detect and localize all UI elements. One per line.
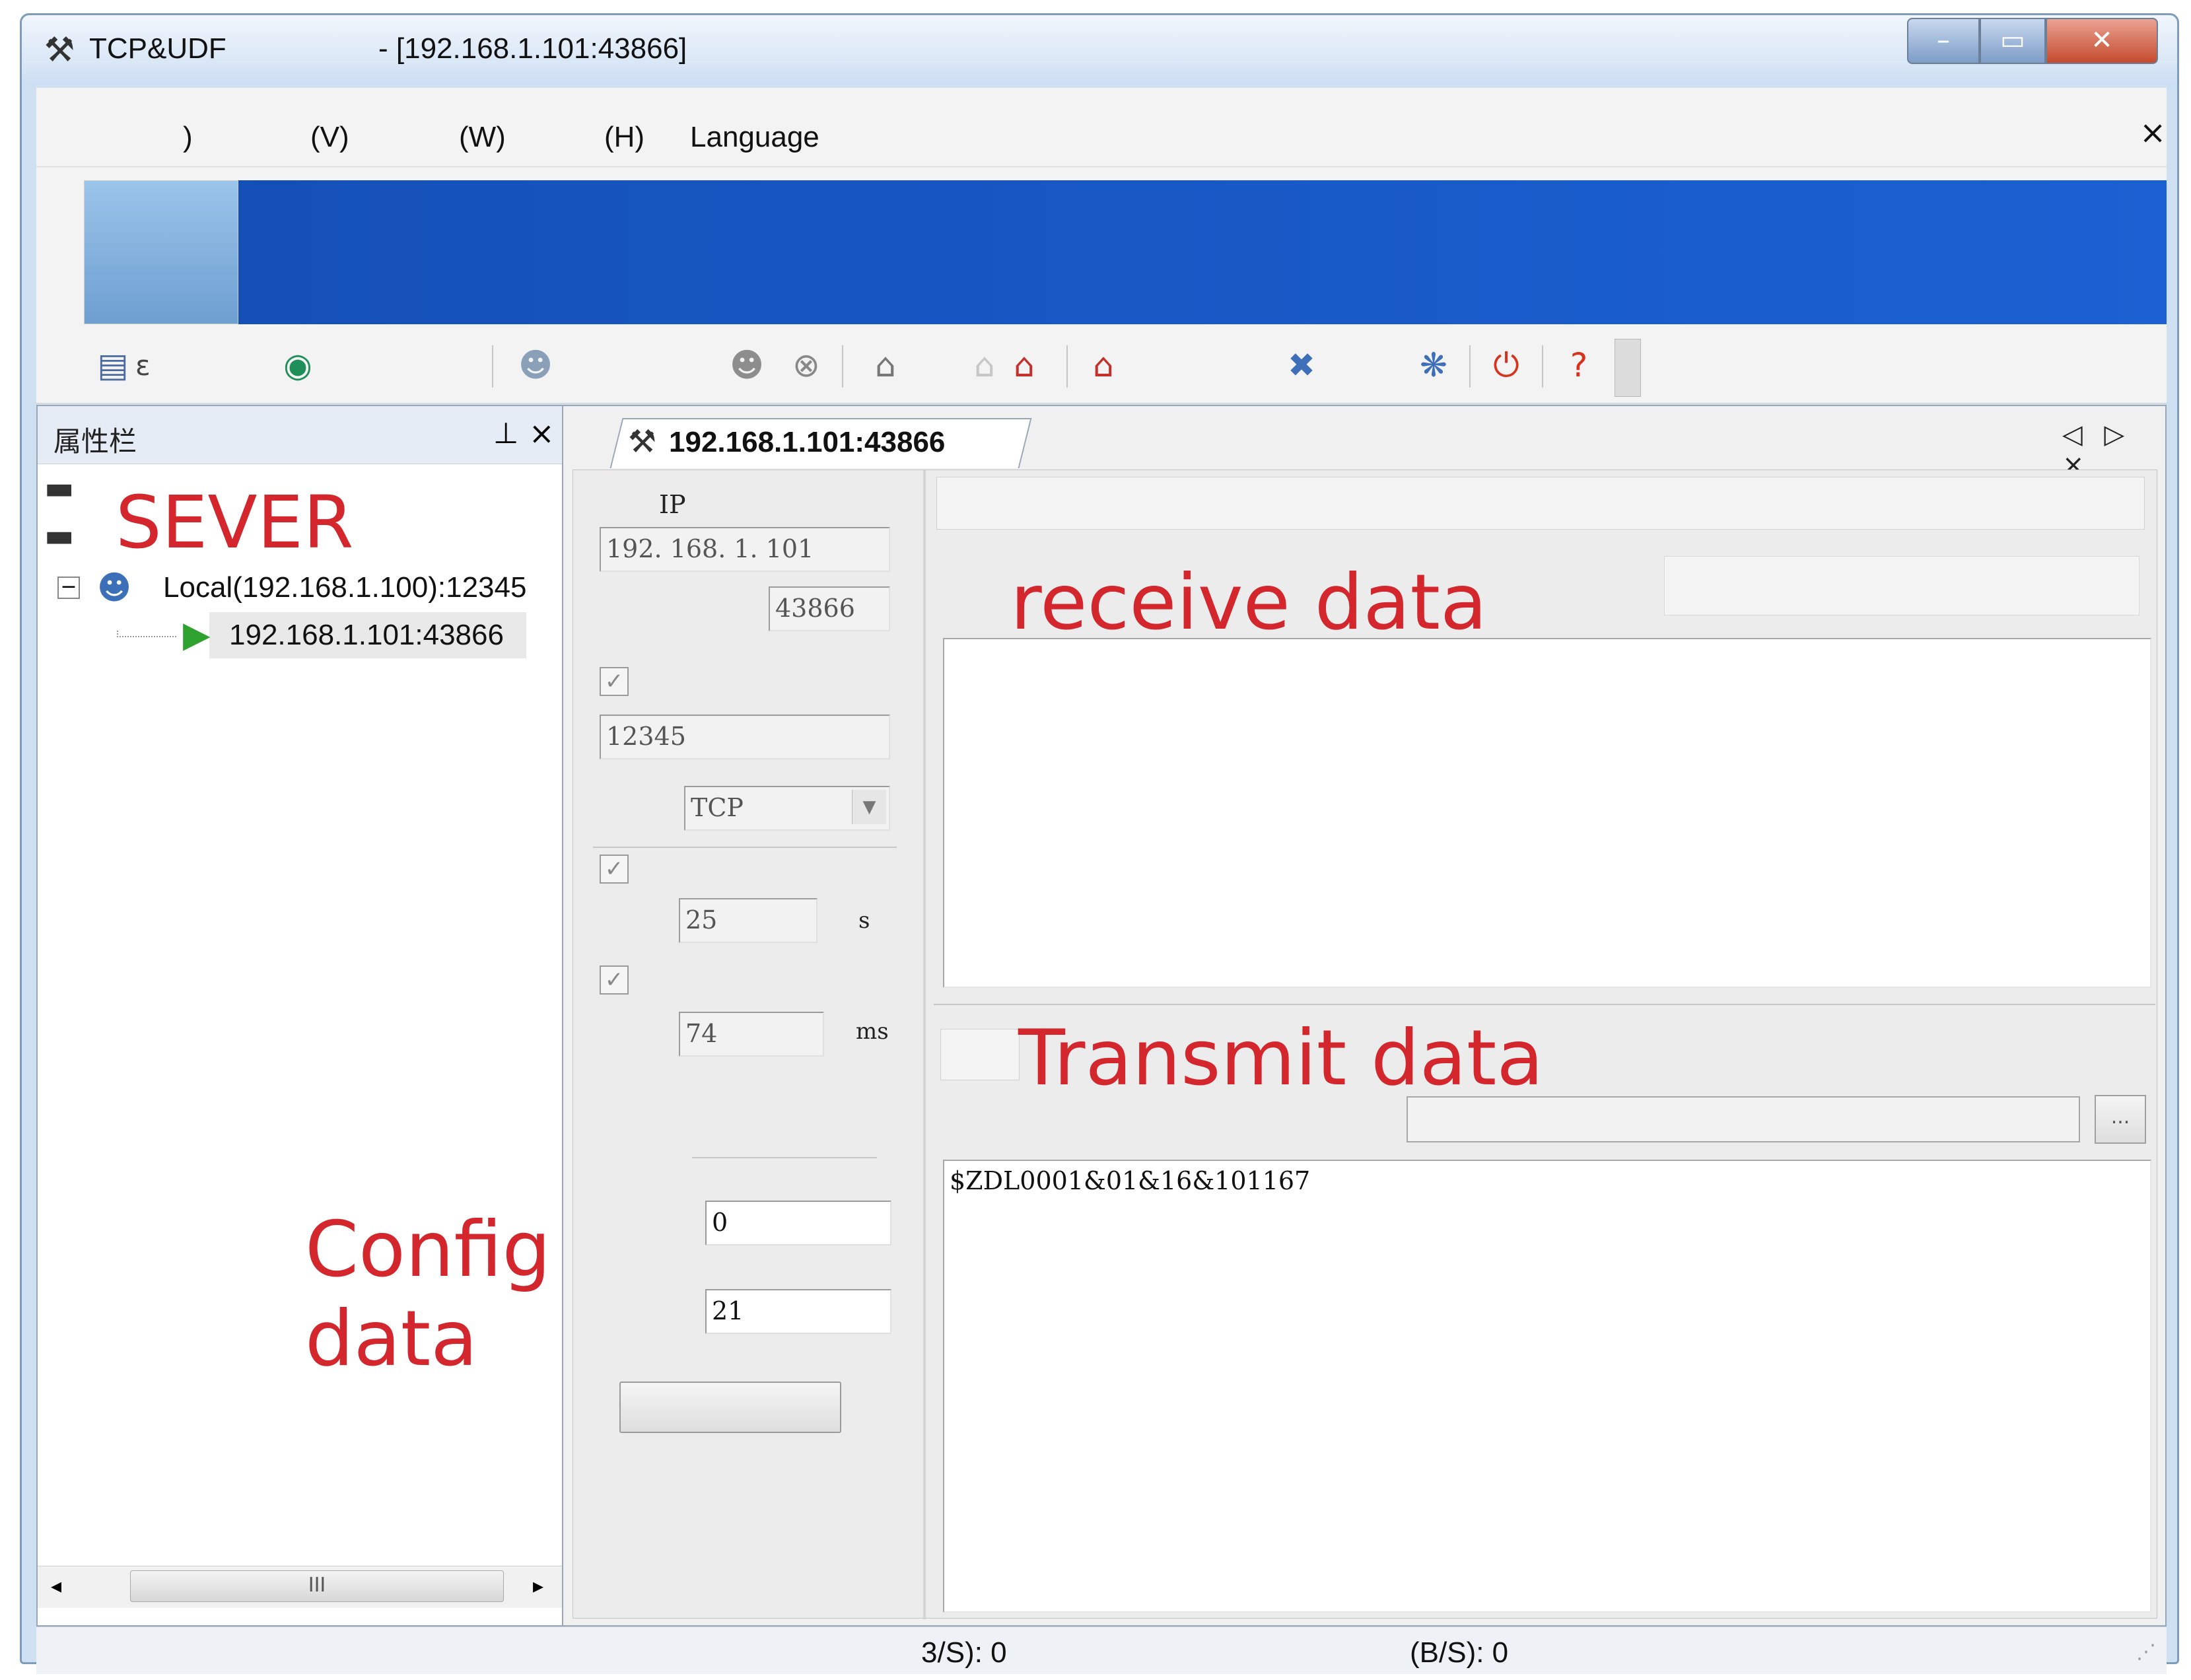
menu-item-window[interactable]: (W) (459, 121, 506, 154)
interval-ms-checkbox[interactable]: ✓ (600, 965, 629, 995)
app-window: ⚒ TCP&UDF - [192.168.1.101:43866] – ▭ ✕ … (20, 13, 2179, 1674)
network-red-icon[interactable]: ⌂ (1000, 341, 1048, 389)
panel-close-icon[interactable]: × (529, 415, 555, 451)
toolbar-fragment: ε (135, 349, 151, 382)
banner-thumbnail (84, 180, 238, 324)
status-bar: 3/S): 0 (B/S): 0 ⋰ (36, 1627, 2167, 1674)
computer-icon: ▬ (44, 517, 75, 554)
interval-s-unit: s (858, 907, 870, 934)
close-window-button[interactable]: ✕ (2046, 18, 2158, 64)
new-icon[interactable]: ▤ (89, 341, 137, 389)
transmit-annotation: Transmit data (1018, 1014, 1544, 1103)
menu-item-1[interactable]: ) (183, 121, 193, 154)
receive-options-bar (936, 477, 2145, 530)
interval-s-field[interactable]: 25 (679, 898, 817, 943)
help-icon[interactable]: ? (1555, 341, 1603, 389)
config-panel: IP 192. 168. 1. 101 43866 ✓ 12345 TCP ▼ … (573, 470, 923, 1619)
app-logo-icon: ⚒ (628, 423, 657, 460)
receive-annotation: receive data (1010, 558, 1488, 647)
browse-button[interactable]: ... (2095, 1095, 2146, 1144)
chevron-down-icon[interactable]: ▼ (852, 790, 886, 824)
remote-ip-field[interactable]: 192. 168. 1. 101 (600, 527, 890, 572)
action-button[interactable] (619, 1382, 841, 1433)
interval-s-checkbox[interactable]: ✓ (600, 855, 629, 884)
toolbar-overflow-icon[interactable] (1615, 339, 1641, 397)
splitter[interactable] (923, 470, 926, 1619)
globe-icon[interactable]: ◉ (274, 341, 322, 389)
ip-label: IP (659, 490, 686, 519)
resize-grip-icon[interactable]: ⋰ (2136, 1640, 2156, 1663)
toolbar-separator (492, 345, 493, 388)
pin-icon[interactable]: ⊥ (493, 417, 518, 450)
play-icon: ▶ (183, 613, 211, 655)
divider (593, 847, 897, 848)
property-panel-title: 属性栏 (53, 425, 137, 458)
counter-field-b[interactable]: 21 (705, 1289, 891, 1334)
scroll-right-icon[interactable]: ▸ (533, 1573, 543, 1598)
toolbar-separator (1066, 345, 1068, 388)
toolbar-separator (1469, 345, 1471, 388)
counter-field-a[interactable]: 0 (705, 1201, 891, 1245)
transmit-data-textarea[interactable]: $ZDL0001&01&16&101167 (943, 1160, 2151, 1613)
tree-node-client[interactable]: ▶ 192.168.1.101:43866 (183, 612, 526, 658)
minimize-button[interactable]: – (1907, 18, 1980, 64)
local-port-field[interactable]: 12345 (600, 715, 890, 759)
protocol-select-value: TCP (691, 793, 744, 822)
status-transmit-rate: (B/S): 0 (1410, 1636, 1509, 1669)
window-title-app: TCP&UDF (89, 32, 226, 65)
protocol-select[interactable]: TCP ▼ (684, 786, 890, 831)
connect-icon[interactable]: ❋ (1410, 341, 1457, 389)
disconnect-icon[interactable]: ✖ (1278, 341, 1325, 389)
toolbar-separator (842, 345, 843, 388)
remote-port-field[interactable]: 43866 (769, 586, 890, 631)
tree-node-local-server[interactable]: Local(192.168.1.100):12345 (163, 571, 526, 604)
document-area: ⚒ 192.168.1.101:43866 ◁ ▷ × IP 192. 168.… (562, 405, 2167, 1627)
toolbar-separator (1542, 345, 1543, 388)
file-path-field[interactable] (1407, 1096, 2080, 1142)
maximize-button[interactable]: ▭ (1980, 18, 2046, 64)
menu-item-view[interactable]: (V) (310, 121, 349, 154)
menu-close-icon[interactable]: × (2139, 114, 2166, 151)
users-icon[interactable]: ☻ (723, 341, 771, 389)
config-annotation: Config data (305, 1205, 551, 1383)
tree-node-client-label: 192.168.1.101:43866 (229, 619, 504, 651)
toolbar: ▤ ε ◉ ☻ ☻ ⊗ ⌂ ⌂ ⌂ ⌂ ✖ ❋ ⏻ ? (36, 332, 2167, 403)
users-icon: ☻ (97, 569, 132, 607)
banner-image (238, 180, 2167, 324)
menu-bar: ) (V) (W) (H) Language × (36, 88, 2167, 167)
interval-ms-field[interactable]: 74 (679, 1012, 824, 1057)
interval-ms-unit: ms (856, 1018, 889, 1045)
divider (692, 1157, 877, 1158)
computer-icon: ▬ (44, 470, 75, 507)
property-panel-header: 属性栏 ⊥ × (38, 406, 563, 464)
status-receive-rate: 3/S): 0 (921, 1636, 1007, 1669)
tree-collapse-toggle[interactable]: − (57, 577, 80, 599)
scrollbar-thumb[interactable]: III (130, 1570, 504, 1602)
power-icon[interactable]: ⏻ (1482, 341, 1530, 389)
menu-item-language[interactable]: Language (690, 121, 819, 154)
transmit-options-bar (940, 1029, 1020, 1080)
banner-area (36, 167, 2167, 332)
title-bar[interactable]: ⚒ TCP&UDF - [192.168.1.101:43866] – ▭ ✕ (22, 15, 2177, 87)
menu-item-help[interactable]: (H) (604, 121, 644, 154)
horizontal-scrollbar[interactable]: ◂ III ▸ (38, 1566, 563, 1608)
tab-connection-label: 192.168.1.101:43866 (669, 426, 946, 458)
tree-connector (117, 636, 176, 637)
server-annotation: SEVER (116, 480, 354, 565)
local-port-checkbox[interactable]: ✓ (600, 667, 629, 696)
receive-data-textarea[interactable] (943, 638, 2151, 988)
transmit-data-text: $ZDL0001&01&16&101167 (950, 1166, 1311, 1195)
divider (934, 1004, 2155, 1005)
users-icon[interactable]: ☻ (512, 341, 559, 389)
receive-options-panel (1664, 556, 2139, 615)
property-panel: 属性栏 ⊥ × ▬ ▬ SEVER − ☻ Local(192.168.1.10… (36, 405, 565, 1627)
network-icon[interactable]: ⌂ (862, 341, 909, 389)
window-title-connection: - [192.168.1.101:43866] (378, 32, 687, 65)
app-logo-icon: ⚒ (44, 30, 75, 70)
stop-icon[interactable]: ⊗ (782, 341, 830, 389)
scroll-left-icon[interactable]: ◂ (51, 1573, 61, 1598)
network-red-icon[interactable]: ⌂ (1080, 341, 1127, 389)
